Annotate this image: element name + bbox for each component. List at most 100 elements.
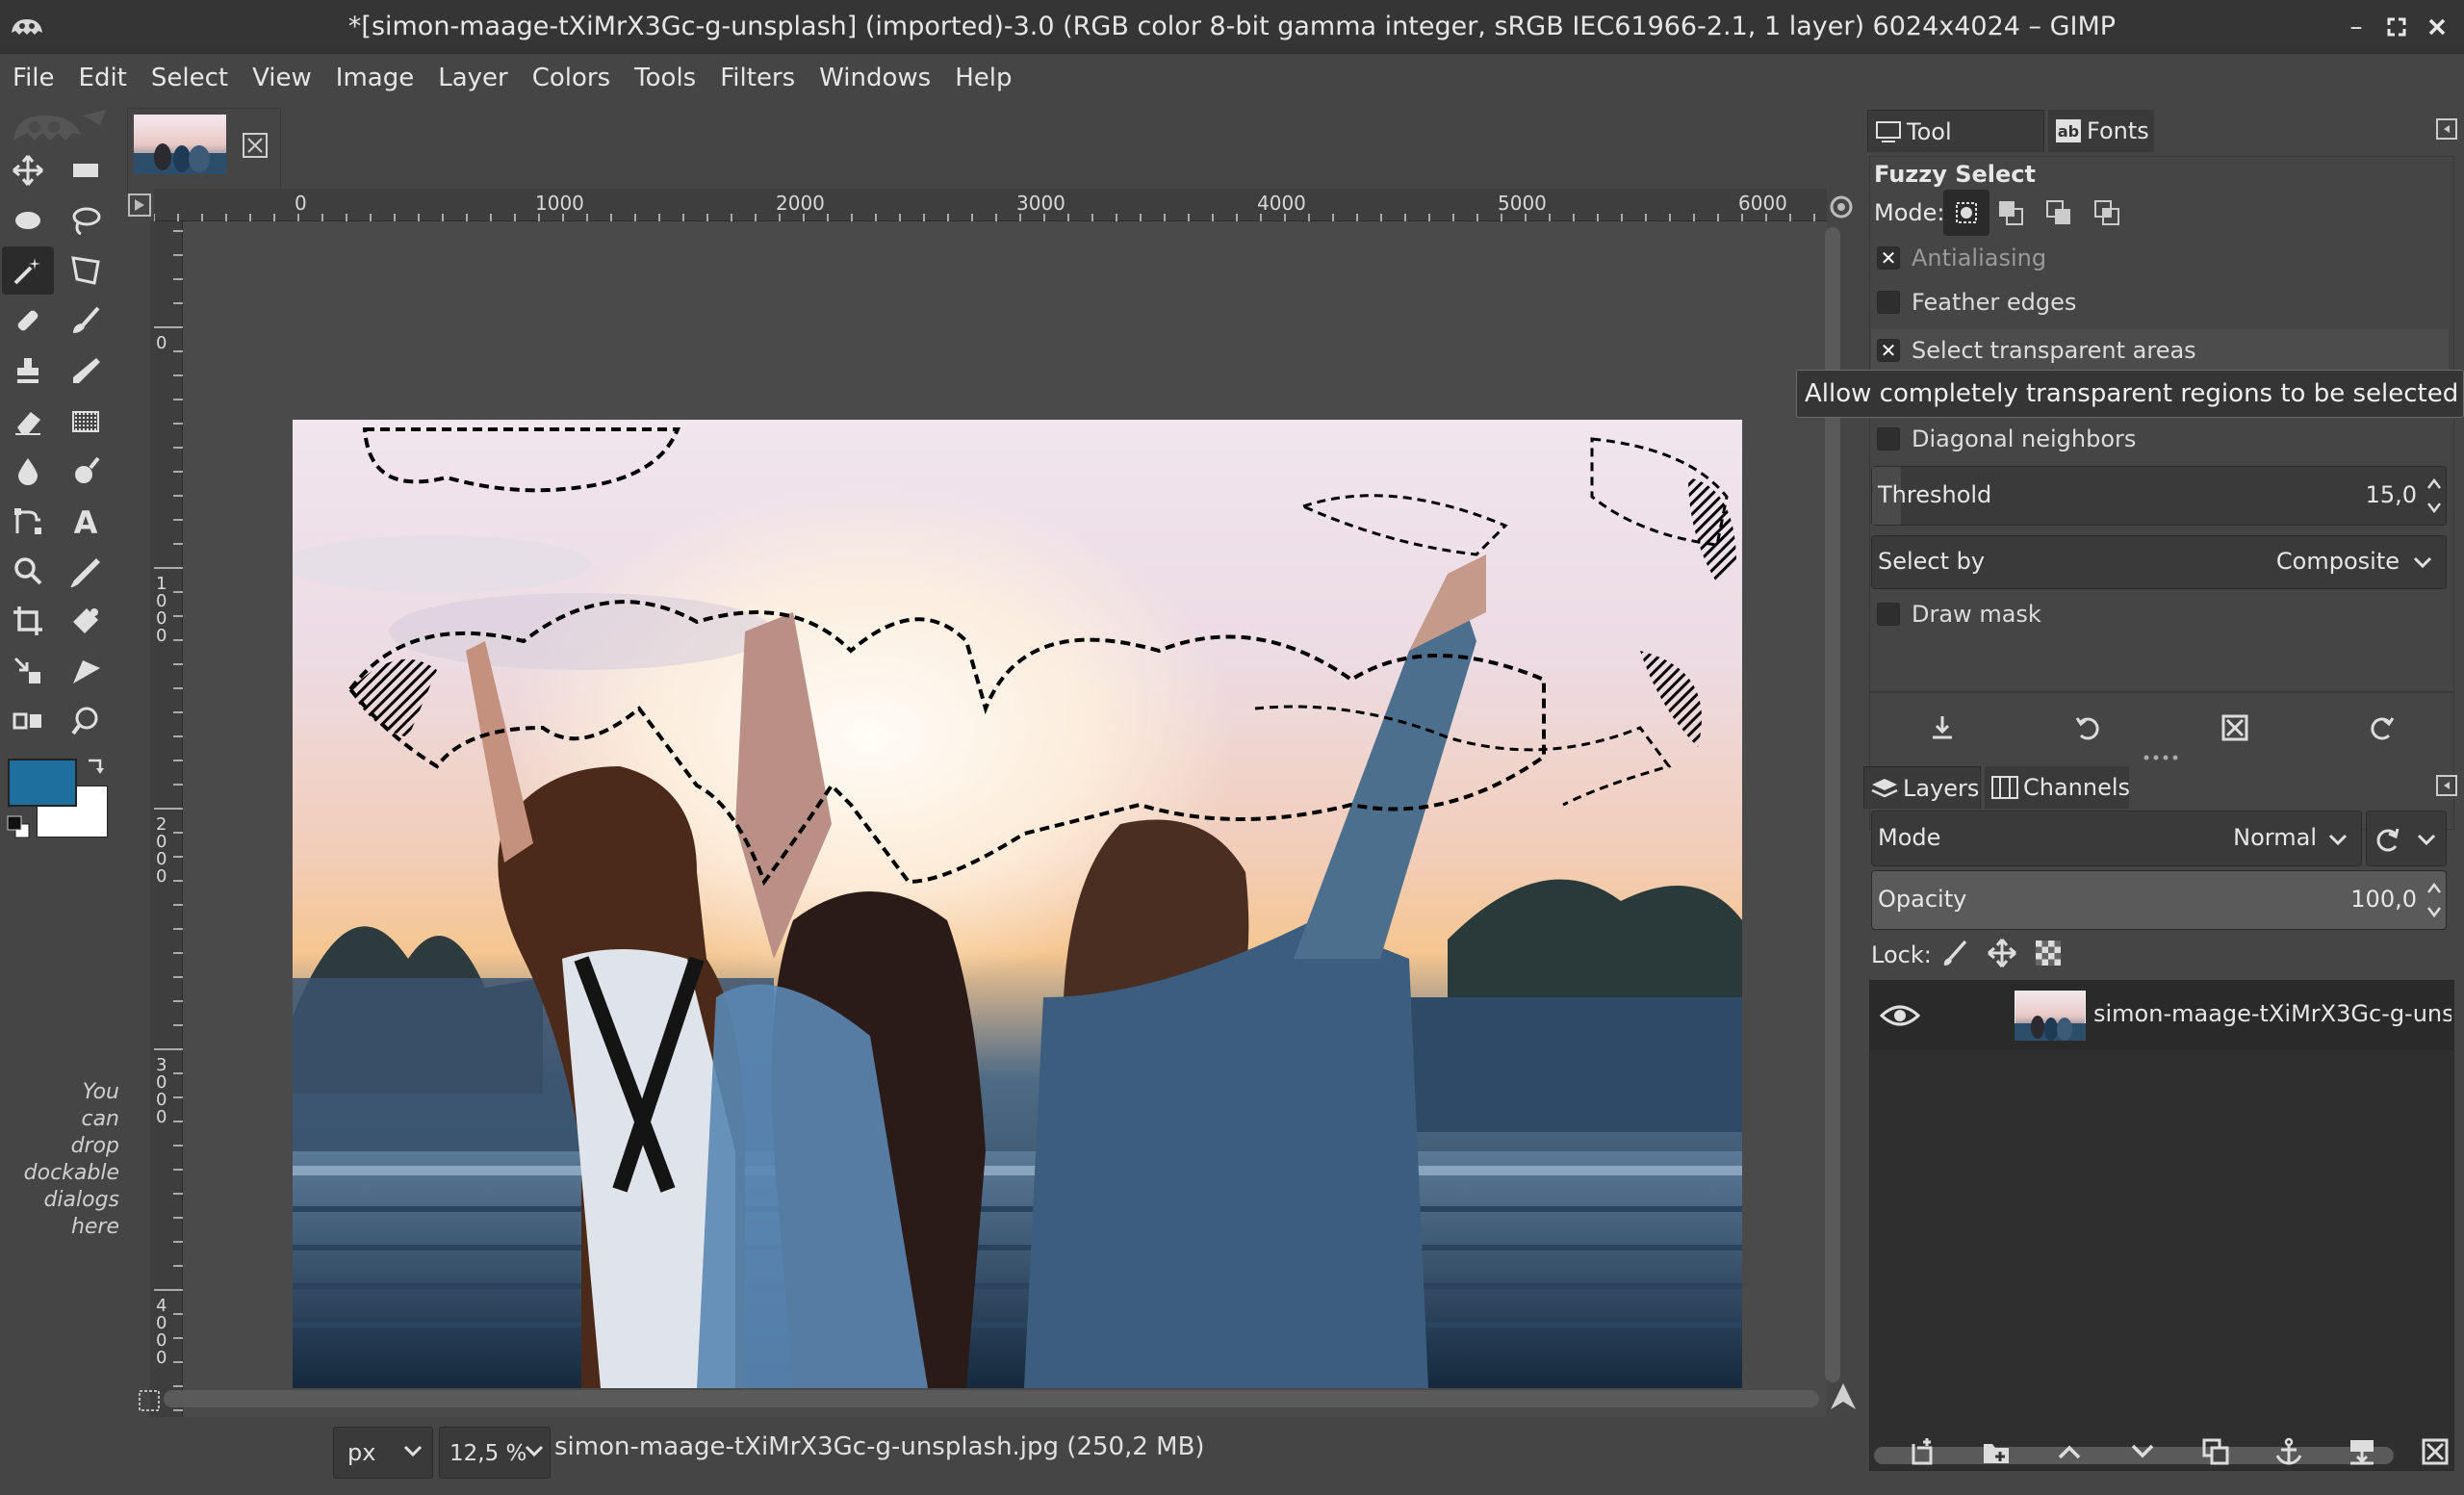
rect-select-tool[interactable]	[60, 146, 112, 194]
composite-mode-combo[interactable]	[2366, 811, 2447, 866]
swap-colors-icon[interactable]	[85, 757, 106, 778]
delete-layer-button[interactable]	[2414, 1431, 2456, 1473]
foreground-color-swatch[interactable]	[8, 759, 77, 807]
dock-menu-icon[interactable]	[2435, 117, 2458, 141]
menu-colors[interactable]: Colors	[521, 54, 622, 102]
close-image-icon[interactable]	[242, 132, 269, 159]
option-antialiasing[interactable]: ✕ Antialiasing	[1871, 237, 2449, 279]
zoom-follow-icon[interactable]	[1827, 193, 1856, 221]
menu-select[interactable]: Select	[140, 54, 240, 102]
clone-tool[interactable]	[2, 347, 54, 395]
opacity-slider[interactable]: Opacity 100,0	[1871, 870, 2447, 930]
layer-mode-combo[interactable]: Mode Normal	[1871, 811, 2362, 866]
paths-tool[interactable]	[2, 497, 54, 545]
smudge-tool[interactable]	[60, 447, 112, 495]
blur-tool[interactable]	[2, 447, 54, 495]
unified-transform-tool[interactable]	[2, 647, 54, 695]
menu-view[interactable]: View	[241, 54, 323, 102]
tool-name: Fuzzy Select	[1874, 161, 2036, 188]
eye-visibility-icon[interactable]	[1880, 996, 1920, 1035]
crop-tool[interactable]	[2, 597, 54, 645]
horizontal-scroll-thumb[interactable]	[164, 1390, 1819, 1407]
perspective-tool[interactable]	[60, 246, 112, 295]
option-diagonal-neighbors[interactable]: Diagonal neighbors	[1871, 418, 2449, 460]
duplicate-layer-button[interactable]	[2194, 1431, 2237, 1473]
canvas-viewport[interactable]	[183, 221, 1827, 1479]
raise-layer-button[interactable]	[2048, 1431, 2091, 1473]
ellipse-select-tool[interactable]	[2, 196, 54, 245]
color-picker-tool[interactable]	[60, 547, 112, 595]
reset-options-button[interactable]	[2360, 707, 2402, 749]
tab-channels[interactable]: Channels	[1985, 766, 2130, 809]
option-feather-edges[interactable]: Feather edges	[1871, 281, 2449, 323]
canvas-image[interactable]	[293, 420, 1742, 1388]
spin-arrows-icon[interactable]	[2425, 875, 2444, 925]
antialiasing-checkbox[interactable]: ✕	[1877, 246, 1900, 270]
menu-file[interactable]: File	[1, 54, 66, 102]
unit-selector[interactable]: px	[333, 1427, 433, 1479]
lower-layer-button[interactable]	[2121, 1431, 2164, 1473]
align-tool[interactable]	[2, 697, 54, 745]
minimize-button[interactable]: –	[2341, 10, 2372, 44]
mode-replace-button[interactable]	[1943, 190, 1989, 236]
eraser-tool[interactable]	[2, 397, 54, 445]
free-select-tool[interactable]	[60, 196, 112, 245]
select-transparent-checkbox[interactable]: ✕	[1877, 339, 1900, 362]
layers-dock-menu-icon[interactable]	[2435, 774, 2458, 797]
draw-mask-checkbox[interactable]	[1877, 603, 1900, 626]
warp-transform-tool[interactable]	[60, 697, 112, 745]
threshold-slider[interactable]: Threshold 15,0	[1871, 466, 2447, 526]
mode-subtract-icon[interactable]	[2045, 199, 2074, 228]
menu-tools[interactable]: Tools	[623, 54, 707, 102]
navigate-icon[interactable]	[137, 1388, 162, 1413]
new-layer-group-button[interactable]	[1975, 1431, 2017, 1473]
maximize-button[interactable]	[2381, 10, 2412, 44]
layer-name[interactable]: simon-maage-tXiMrX3Gc-g-unspla	[2093, 1000, 2451, 1027]
mode-add-icon[interactable]	[1997, 199, 2026, 228]
tab-layers[interactable]: Layers	[1863, 766, 1981, 809]
horizontal-scrollbar[interactable]	[164, 1384, 1823, 1411]
layer-row[interactable]: simon-maage-tXiMrX3Gc-g-unspla	[1870, 981, 2453, 1050]
paintbrush-tool[interactable]	[60, 296, 112, 345]
mode-intersect-icon[interactable]	[2093, 199, 2122, 228]
heal-tool[interactable]	[2, 296, 54, 345]
merge-down-button[interactable]	[2341, 1431, 2383, 1473]
anchor-layer-button[interactable]	[2268, 1431, 2310, 1473]
text-tool[interactable]: A	[60, 497, 112, 545]
tab-tool-options[interactable]: Tool Options	[1867, 110, 2044, 188]
lock-alpha-icon[interactable]	[2033, 938, 2064, 968]
quick-mask-toggle-icon[interactable]	[125, 191, 154, 219]
new-layer-button[interactable]	[1902, 1431, 1944, 1473]
diagonal-neighbors-checkbox[interactable]	[1877, 427, 1900, 451]
select-by-combo[interactable]: Select by Composite	[1871, 535, 2447, 589]
feather-edges-checkbox[interactable]	[1877, 291, 1900, 314]
zoom-selector[interactable]: 12,5 %	[439, 1427, 551, 1479]
fuzzy-select-tool[interactable]	[2, 246, 54, 295]
zoom-tool[interactable]	[2, 547, 54, 595]
lock-pixels-icon[interactable]	[1940, 938, 1971, 968]
menu-layer[interactable]: Layer	[426, 54, 520, 102]
menu-windows[interactable]: Windows	[808, 54, 942, 102]
menu-edit[interactable]: Edit	[67, 54, 139, 102]
lock-position-icon[interactable]	[1987, 938, 2017, 968]
save-options-button[interactable]	[1921, 707, 1964, 749]
pencil-tool[interactable]	[60, 347, 112, 395]
pane-resize-handle[interactable]	[2141, 753, 2183, 762]
default-colors-icon[interactable]	[6, 814, 31, 839]
spin-arrows-icon[interactable]	[2425, 471, 2444, 521]
cage-transform-tool[interactable]	[60, 597, 112, 645]
image-tab[interactable]	[127, 108, 281, 193]
move-tool[interactable]	[2, 146, 54, 194]
menu-filters[interactable]: Filters	[708, 54, 807, 102]
option-select-transparent[interactable]: ✕ Select transparent areas	[1871, 329, 2449, 372]
option-draw-mask[interactable]: Draw mask	[1871, 593, 2449, 635]
delete-options-button[interactable]	[2214, 707, 2256, 749]
shear-tool[interactable]	[60, 647, 112, 695]
navigation-arrow-icon[interactable]	[1827, 1380, 1860, 1413]
restore-options-button[interactable]	[2067, 707, 2110, 749]
menu-help[interactable]: Help	[943, 54, 1023, 102]
gradient-tool[interactable]	[60, 397, 112, 445]
tab-fonts[interactable]: ab Fonts	[2048, 110, 2154, 152]
close-button[interactable]	[2422, 10, 2452, 44]
menu-image[interactable]: Image	[324, 54, 425, 102]
